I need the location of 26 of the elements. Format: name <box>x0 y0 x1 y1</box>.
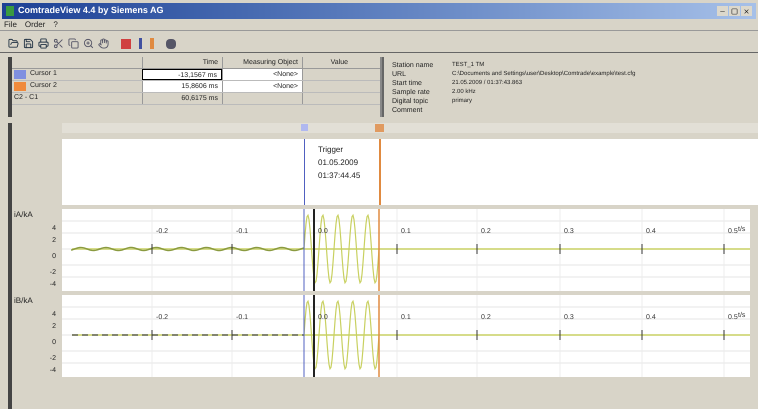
maximize-button[interactable] <box>729 6 740 16</box>
scissors-icon[interactable] <box>53 38 64 49</box>
hand-icon[interactable] <box>98 38 109 49</box>
save-icon[interactable] <box>23 38 34 49</box>
trigger-label: Trigger <box>318 144 344 156</box>
axis-label: iB/kA <box>14 295 33 307</box>
marker-icon[interactable] <box>139 38 142 49</box>
printer-icon[interactable] <box>38 38 49 49</box>
cursor-icon[interactable] <box>121 38 131 48</box>
trigger-time: 01:37:44.45 <box>318 170 360 182</box>
marker-icon[interactable] <box>150 38 154 49</box>
menu-item[interactable]: ? <box>53 18 58 30</box>
copy-icon[interactable] <box>68 38 79 49</box>
trigger-date: 01.05.2009 <box>318 157 358 169</box>
app-icon <box>6 6 14 16</box>
close-icon <box>743 8 750 14</box>
cursor-marker[interactable] <box>375 124 384 132</box>
menu-item[interactable]: Order <box>24 18 46 30</box>
cursor-marker[interactable] <box>301 124 308 131</box>
window-title: ComtradeView 4.4 by Siemens AG <box>18 4 164 18</box>
menu-item[interactable]: File <box>4 18 17 30</box>
maximize-icon <box>731 8 738 14</box>
zoom-icon[interactable] <box>83 38 94 49</box>
folder-icon[interactable] <box>8 38 19 49</box>
close-button[interactable] <box>741 6 752 16</box>
axis-label: iA/kA <box>14 209 33 221</box>
